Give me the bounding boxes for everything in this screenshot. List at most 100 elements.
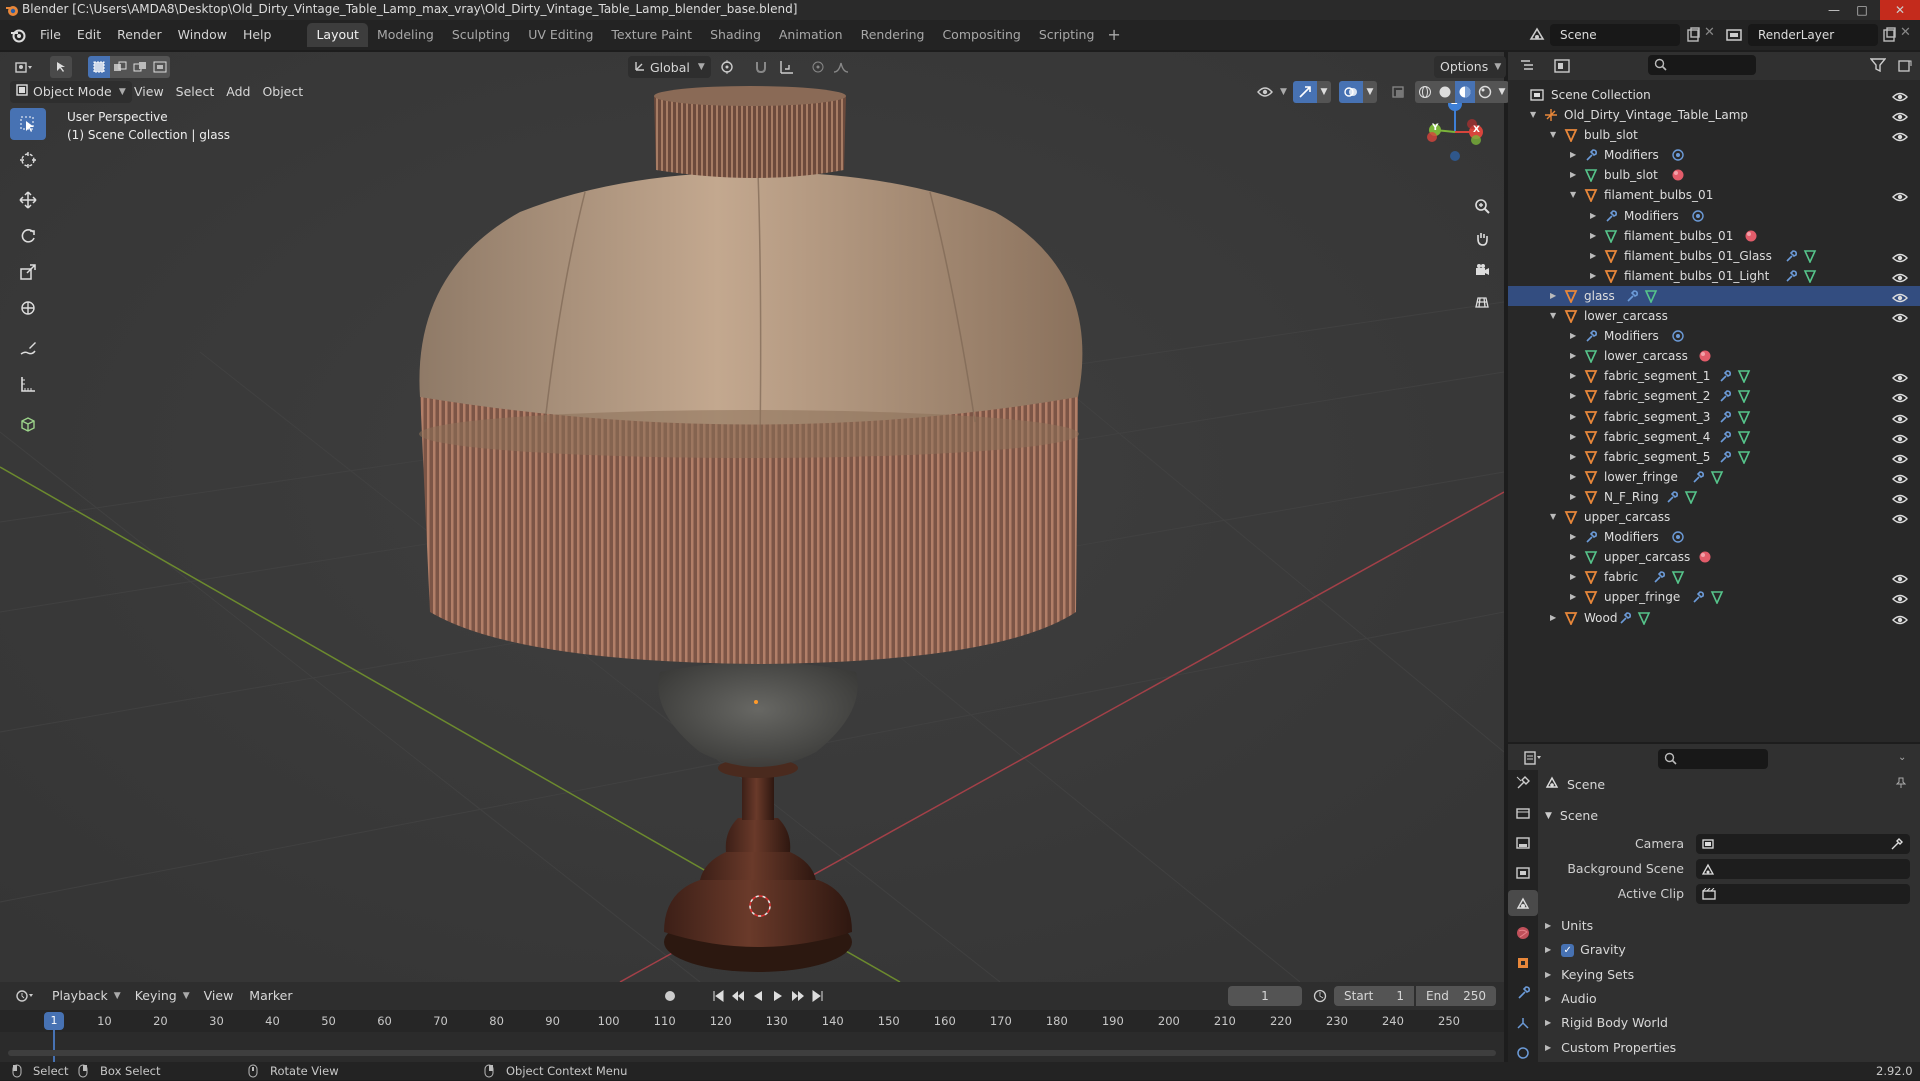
- eye-icon[interactable]: [1892, 612, 1908, 632]
- expand-arrow-down-icon[interactable]: ▼: [1570, 185, 1576, 205]
- modifier-tab-icon[interactable]: [1508, 980, 1538, 1006]
- timeline-menu-view[interactable]: View: [198, 985, 240, 1007]
- display-mode-icon[interactable]: [1550, 59, 1574, 73]
- outliner-item-bulb_slot[interactable]: ▶ bulb_slot: [1508, 165, 1920, 185]
- scene-name-field[interactable]: Scene: [1550, 24, 1680, 46]
- 3d-viewport[interactable]: User Perspective (1) Scene Collection | …: [0, 52, 1504, 982]
- preview-range-icon[interactable]: [1310, 986, 1330, 1006]
- select-box-tool-icon[interactable]: [10, 108, 46, 140]
- section-keying-sets[interactable]: ▶ Keying Sets: [1545, 964, 1915, 986]
- select-intersect-icon[interactable]: [150, 56, 170, 78]
- snap-icon[interactable]: [752, 56, 770, 78]
- section-audio[interactable]: ▶ Audio: [1545, 988, 1915, 1010]
- timeline-menu-marker[interactable]: Marker: [243, 985, 298, 1007]
- outliner-item-modifiers[interactable]: ▶ Modifiers: [1508, 326, 1920, 346]
- expand-arrow-right-icon[interactable]: ▶: [1590, 266, 1596, 286]
- tool-tab-icon[interactable]: [1508, 770, 1538, 796]
- tab-scripting[interactable]: Scripting: [1030, 23, 1104, 47]
- camera-field[interactable]: [1696, 834, 1910, 854]
- falloff-icon[interactable]: [830, 56, 852, 78]
- expand-arrow-right-icon[interactable]: ▶: [1570, 145, 1576, 165]
- outliner-item-glass[interactable]: ▶ glass: [1508, 285, 1920, 306]
- outliner-item-lower_carcass[interactable]: ▼ lower_carcass: [1508, 306, 1920, 326]
- shading-material-icon[interactable]: [1454, 81, 1475, 103]
- pivot-point-icon[interactable]: [712, 56, 742, 78]
- gizmo-toggle-icon[interactable]: [1292, 81, 1317, 103]
- pan-hand-icon[interactable]: [1470, 224, 1494, 252]
- expand-arrow-right-icon[interactable]: ▶: [1570, 547, 1576, 567]
- visibility-selectability-icon[interactable]: [1250, 81, 1280, 103]
- select-extend-icon[interactable]: [110, 56, 130, 78]
- viewport-menu-select[interactable]: Select: [170, 81, 221, 103]
- active-clip-field[interactable]: [1696, 884, 1910, 904]
- outliner-item-upper_carcass[interactable]: ▶ upper_carcass: [1508, 547, 1920, 567]
- jump-keyframe-forward-icon[interactable]: [788, 990, 808, 1002]
- overlay-dropdown-icon[interactable]: ▼: [1362, 81, 1377, 103]
- outliner-item-modifiers[interactable]: ▶ Modifiers: [1508, 145, 1920, 165]
- record-icon[interactable]: [660, 986, 680, 1006]
- particles-tab-icon[interactable]: [1508, 1010, 1538, 1036]
- output-tab-icon[interactable]: [1508, 830, 1538, 856]
- snap-target-icon[interactable]: [772, 56, 802, 78]
- scene-panel-header[interactable]: ▼ Scene: [1545, 805, 1915, 827]
- outliner-item-upper_carcass[interactable]: ▼ upper_carcass: [1508, 507, 1920, 527]
- viewport-menu-object[interactable]: Object: [256, 81, 309, 103]
- shading-rendered-icon[interactable]: [1474, 81, 1495, 103]
- add-cube-tool-icon[interactable]: [10, 408, 46, 440]
- measure-tool-icon[interactable]: [10, 368, 46, 400]
- start-frame-field[interactable]: Start 1: [1334, 986, 1414, 1006]
- rotate-tool-icon[interactable]: [10, 220, 46, 252]
- background-scene-field[interactable]: [1696, 859, 1910, 879]
- end-frame-field[interactable]: End 250: [1416, 986, 1496, 1006]
- expand-arrow-right-icon[interactable]: ▶: [1570, 427, 1576, 447]
- outliner-root-row[interactable]: Scene Collection: [1508, 85, 1920, 105]
- jump-start-icon[interactable]: [708, 990, 728, 1002]
- tab-rendering[interactable]: Rendering: [852, 23, 934, 47]
- proportional-edit-icon[interactable]: [808, 56, 828, 78]
- outliner-item-filament_bulbs_01[interactable]: ▼ filament_bulbs_01: [1508, 185, 1920, 205]
- select-tool-icon[interactable]: [50, 56, 72, 78]
- render-tab-icon[interactable]: [1508, 800, 1538, 826]
- section-rigid-body-world[interactable]: ▶ Rigid Body World: [1545, 1012, 1915, 1034]
- expand-arrow-right-icon[interactable]: ▶: [1570, 487, 1576, 507]
- section-units[interactable]: ▶ Units: [1545, 915, 1915, 937]
- tab-compositing[interactable]: Compositing: [933, 23, 1029, 47]
- play-reverse-icon[interactable]: [748, 990, 768, 1002]
- render-layer-field[interactable]: RenderLayer: [1748, 24, 1878, 46]
- expand-arrow-right-icon[interactable]: ▶: [1570, 326, 1576, 346]
- delete-view-layer-icon[interactable]: ✕: [1900, 25, 1911, 40]
- object-tab-icon[interactable]: [1508, 950, 1538, 976]
- wrench-mesh-icon[interactable]: [1618, 611, 1652, 631]
- tab-layout[interactable]: Layout: [307, 23, 368, 47]
- timeline-editor-icon[interactable]: [10, 989, 38, 1003]
- tab-modeling[interactable]: Modeling: [368, 23, 443, 47]
- outliner-item-old_dirty_vintage_table_lamp[interactable]: ▼ Old_Dirty_Vintage_Table_Lamp: [1508, 105, 1920, 125]
- view-layer-icon[interactable]: [1724, 25, 1744, 45]
- expand-arrow-down-icon[interactable]: ▼: [1530, 105, 1536, 125]
- tab-shading[interactable]: Shading: [701, 23, 770, 47]
- outliner-item-filament_bulbs_01[interactable]: ▶ filament_bulbs_01: [1508, 226, 1920, 246]
- editor-type-icon[interactable]: [10, 56, 38, 78]
- xray-toggle-icon[interactable]: [1387, 81, 1409, 103]
- scene-selector-icon[interactable]: [1526, 24, 1548, 46]
- minimize-button[interactable]: —: [1820, 0, 1848, 20]
- shading-solid-icon[interactable]: [1434, 81, 1455, 103]
- menu-file[interactable]: File: [32, 20, 69, 50]
- select-new-icon[interactable]: [88, 56, 110, 78]
- outliner-item-wood[interactable]: ▶ Wood: [1508, 608, 1920, 628]
- outliner-item-fabric_segment_5[interactable]: ▶ fabric_segment_5: [1508, 447, 1920, 467]
- chevron-down-icon[interactable]: ⌄: [1898, 752, 1906, 763]
- play-icon[interactable]: [768, 990, 788, 1002]
- new-scene-icon[interactable]: [1684, 26, 1702, 44]
- eyedropper-icon[interactable]: [1890, 837, 1904, 854]
- annotate-tool-icon[interactable]: [10, 332, 46, 364]
- menu-edit[interactable]: Edit: [69, 20, 109, 50]
- timeline-scrollbar[interactable]: [8, 1050, 1496, 1056]
- outliner-item-n_f_ring[interactable]: ▶ N_F_Ring: [1508, 487, 1920, 507]
- outliner-item-lower_fringe[interactable]: ▶ lower_fringe: [1508, 467, 1920, 487]
- outliner-item-fabric[interactable]: ▶ fabric: [1508, 567, 1920, 587]
- move-tool-icon[interactable]: [10, 184, 46, 216]
- outliner-item-fabric_segment_4[interactable]: ▶ fabric_segment_4: [1508, 427, 1920, 447]
- overlay-toggle-icon[interactable]: [1338, 81, 1363, 103]
- camera-view-icon[interactable]: [1470, 256, 1494, 284]
